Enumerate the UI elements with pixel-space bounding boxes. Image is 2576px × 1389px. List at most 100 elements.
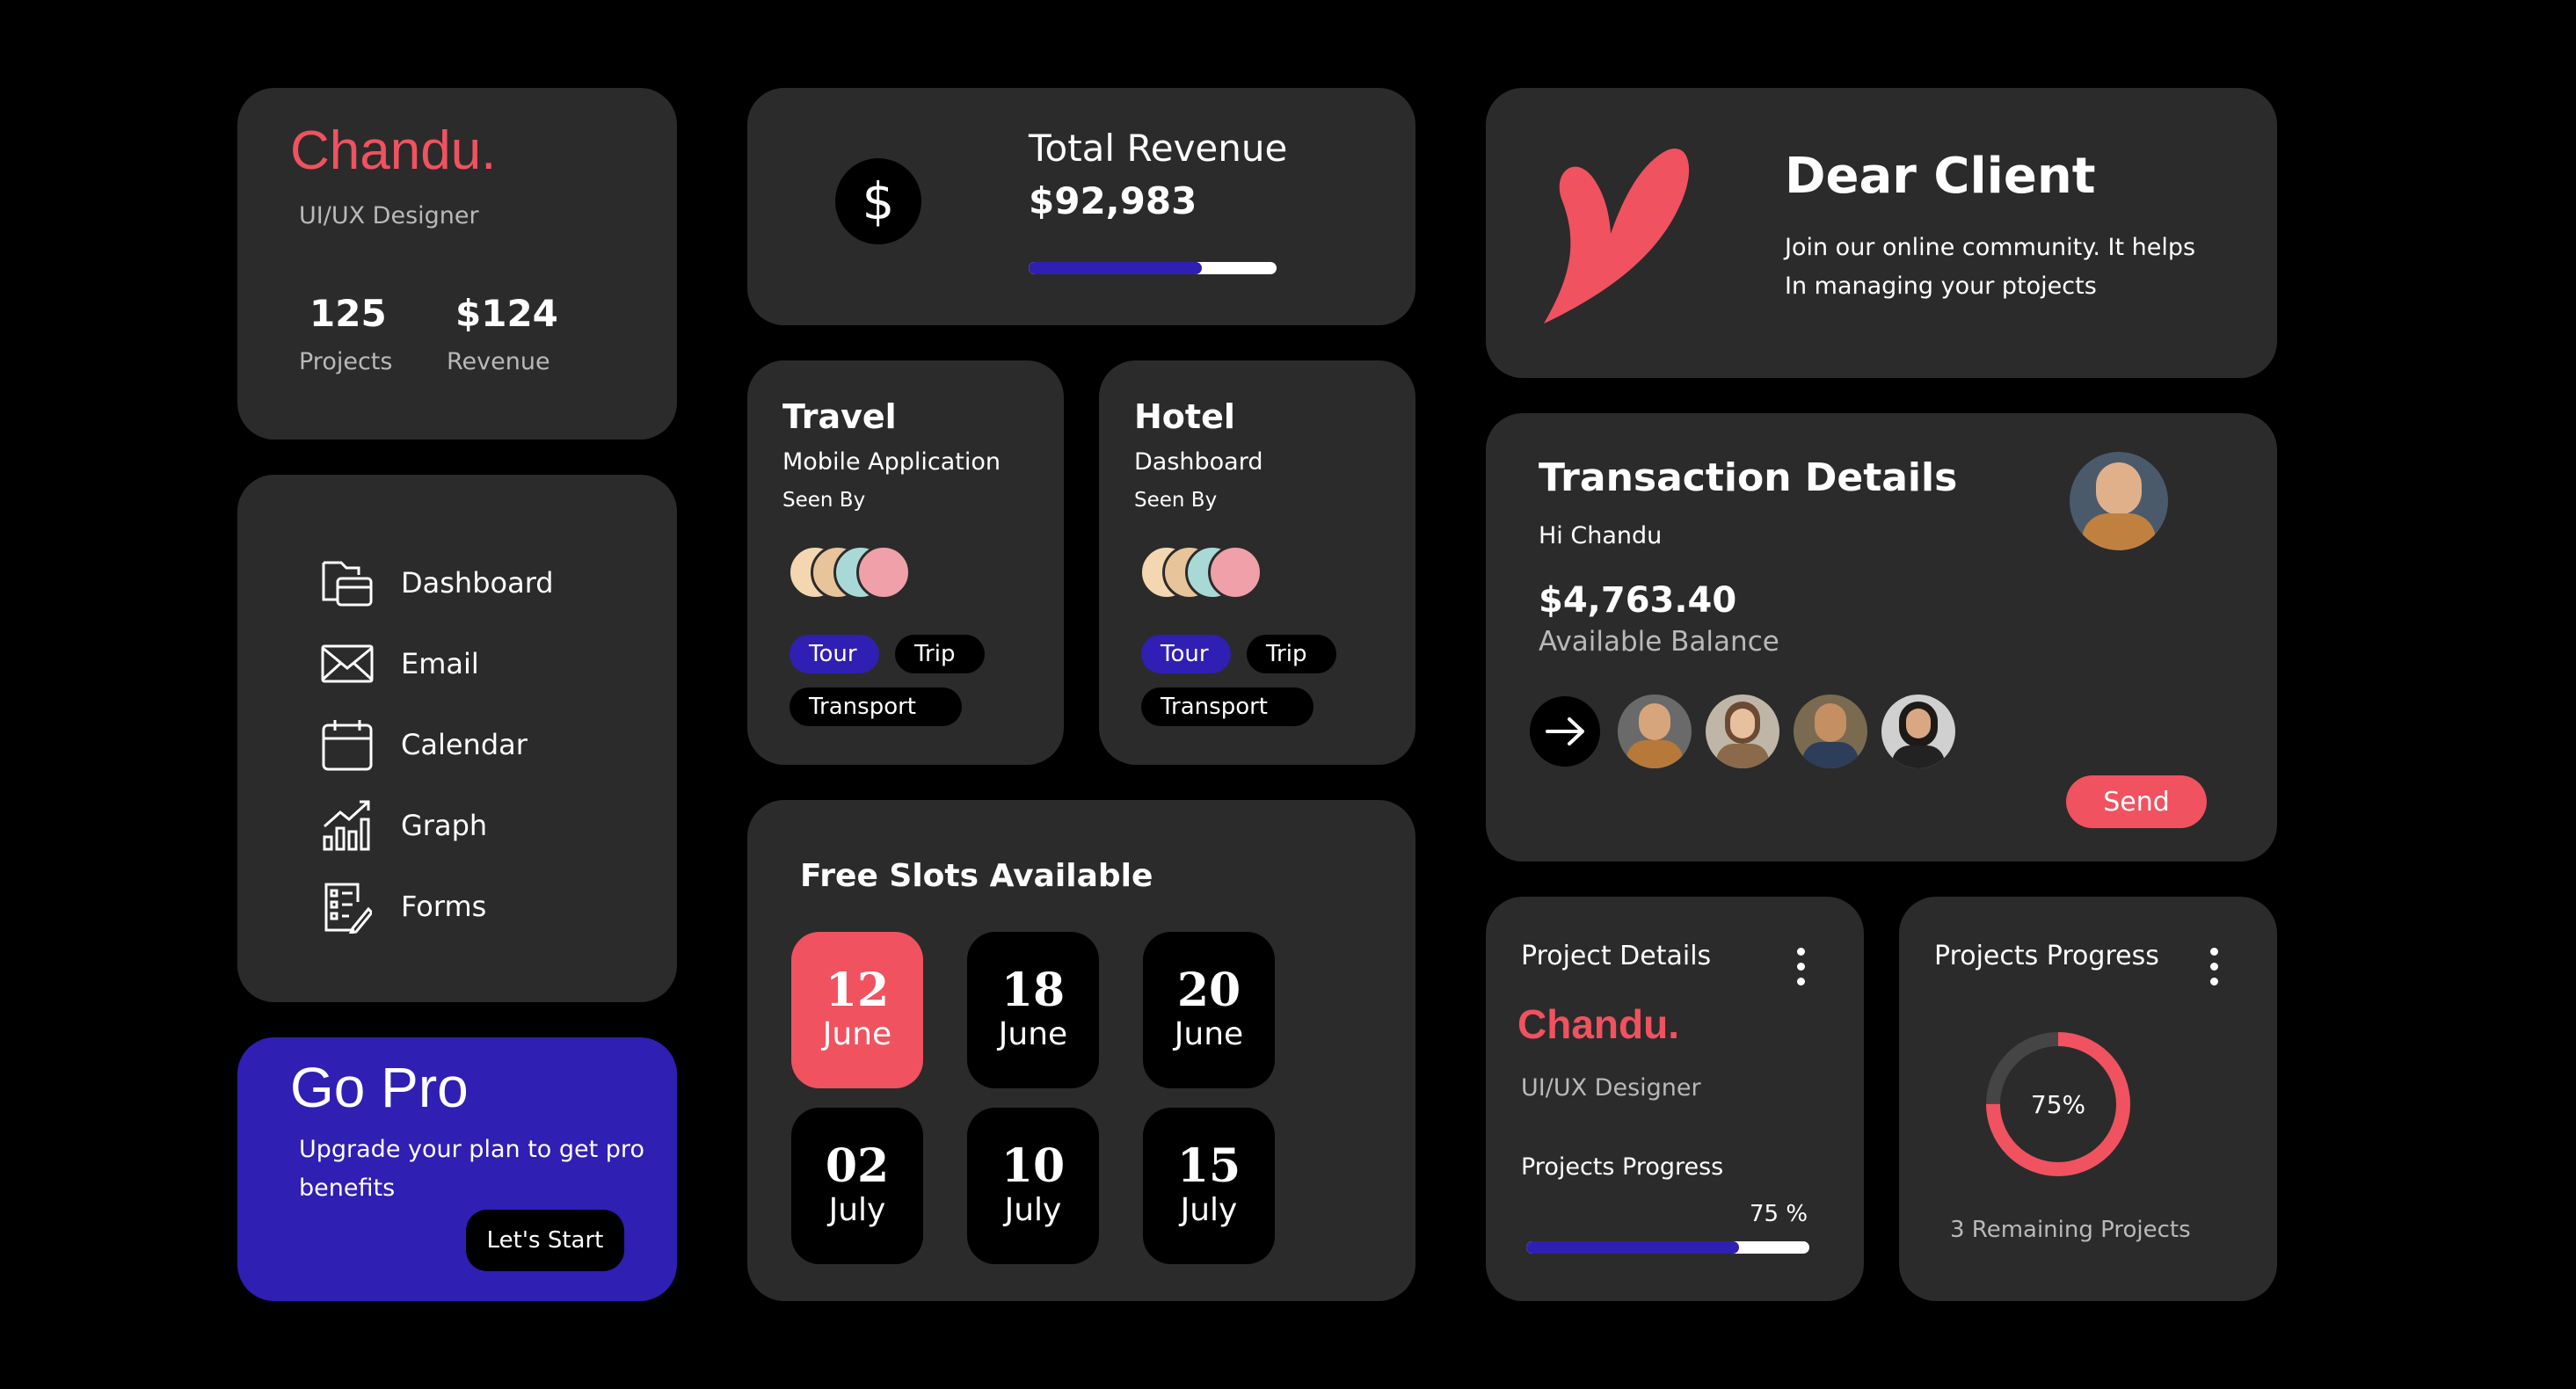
slot-month: July: [1180, 1192, 1238, 1228]
revenue-value: $92,983: [1029, 179, 1197, 222]
travel-seen-by: Seen By: [782, 489, 866, 512]
go-pro-title: Go Pro: [290, 1056, 469, 1119]
project-details-card: Project Details Chandu. UI/UX Designer P…: [1486, 897, 1864, 1301]
tag-trip[interactable]: Trip: [1247, 635, 1336, 673]
hotel-subtitle: Dashboard: [1134, 448, 1263, 476]
slot-day: 12: [825, 964, 890, 1017]
sidebar-item-label: Dashboard: [401, 566, 554, 600]
transaction-greeting: Hi Chandu: [1539, 522, 1663, 549]
slot-3[interactable]: 20 June: [1143, 932, 1275, 1088]
tag-transport[interactable]: Transport: [1141, 687, 1313, 726]
project-progress-fill: [1526, 1241, 1739, 1254]
mail-icon: [317, 633, 378, 694]
tag-trip[interactable]: Trip: [895, 635, 985, 673]
lets-start-label: Let's Start: [486, 1227, 604, 1254]
seen-by-avatars: [788, 545, 928, 600]
travel-subtitle: Mobile Application: [782, 448, 1001, 476]
lets-start-button[interactable]: Let's Start: [466, 1210, 624, 1271]
form-icon: [317, 876, 378, 937]
projects-progress-card: Projects Progress 75% 3 Remaining Projec…: [1899, 897, 2277, 1301]
slot-month: June: [822, 1016, 892, 1052]
more-options-icon[interactable]: [1797, 948, 1806, 985]
remaining-projects: 3 Remaining Projects: [1950, 1217, 2191, 1243]
sidebar-item-forms[interactable]: Forms: [317, 876, 686, 937]
sidebar-item-label: Graph: [401, 809, 488, 842]
seen-by-avatars: [1139, 545, 1280, 600]
contact-avatar[interactable]: [1881, 694, 1955, 768]
project-progress-label: Projects Progress: [1521, 1153, 1724, 1181]
travel-card[interactable]: Travel Mobile Application Seen By Tour T…: [747, 360, 1064, 765]
revenue-label: Revenue: [447, 348, 550, 375]
sidebar-item-label: Calendar: [401, 728, 528, 761]
dear-client-title: Dear Client: [1785, 148, 2096, 205]
revenue-title: Total Revenue: [1029, 127, 1288, 170]
more-options-icon[interactable]: [2210, 948, 2219, 985]
balance-amount: $4,763.40: [1539, 580, 1737, 621]
free-slots-card: Free Slots Available 12 June 18 June 20 …: [747, 800, 1415, 1301]
contact-avatar[interactable]: [1618, 694, 1692, 768]
revenue-progress-bar: [1029, 262, 1277, 274]
sidebar-item-label: Forms: [401, 890, 487, 923]
go-pro-text-line1: Upgrade your plan to get pro: [299, 1136, 644, 1163]
send-label: Send: [2103, 786, 2170, 818]
send-button[interactable]: Send: [2066, 775, 2207, 828]
slot-month: July: [1004, 1192, 1062, 1228]
dollar-icon: $: [835, 158, 921, 244]
dear-client-card: Dear Client Join our online community. I…: [1486, 88, 2277, 378]
progress-ring-percent: 75%: [2030, 1090, 2086, 1119]
tag-tour[interactable]: Tour: [790, 635, 879, 673]
balance-label: Available Balance: [1539, 626, 1779, 658]
slot-1[interactable]: 12 June: [791, 932, 923, 1088]
contact-avatar[interactable]: [1706, 694, 1779, 768]
project-details-title: Project Details: [1521, 941, 1712, 971]
project-owner-role: UI/UX Designer: [1521, 1074, 1701, 1102]
graph-icon: [317, 795, 378, 856]
travel-title: Travel: [782, 397, 897, 436]
project-progress-percent: 75 %: [1750, 1201, 1808, 1227]
user-avatar[interactable]: [2070, 452, 2168, 550]
projects-count: 125: [309, 292, 387, 335]
free-slots-title: Free Slots Available: [800, 858, 1153, 894]
sidebar-item-calendar[interactable]: Calendar: [317, 714, 686, 775]
go-pro-card: Go Pro Upgrade your plan to get pro bene…: [237, 1037, 677, 1301]
profile-role: UI/UX Designer: [299, 202, 479, 229]
slot-day: 18: [1001, 964, 1066, 1017]
sidebar-nav: Dashboard Email Calendar Graph Forms: [237, 475, 677, 1002]
slot-4[interactable]: 02 July: [791, 1108, 923, 1264]
tag-transport[interactable]: Transport: [790, 687, 962, 726]
projects-label: Projects: [299, 348, 393, 375]
slot-5[interactable]: 10 July: [967, 1108, 1099, 1264]
profile-name: Chandu.: [290, 120, 497, 181]
sidebar-item-label: Email: [401, 647, 479, 680]
arrow-right-icon[interactable]: [1530, 696, 1600, 767]
avatar: [856, 545, 911, 600]
slot-2[interactable]: 18 June: [967, 932, 1099, 1088]
tag-tour[interactable]: Tour: [1141, 635, 1231, 673]
slot-6[interactable]: 15 July: [1143, 1108, 1275, 1264]
slot-month: June: [998, 1016, 1068, 1052]
slot-month: July: [828, 1192, 886, 1228]
project-owner-name: Chandu.: [1517, 1001, 1679, 1047]
sidebar-item-dashboard[interactable]: Dashboard: [317, 552, 686, 614]
sidebar-item-graph[interactable]: Graph: [317, 795, 686, 856]
dear-client-line1: Join our online community. It helps: [1785, 234, 2196, 261]
dear-client-line2: In managing your ptojects: [1785, 273, 2097, 300]
revenue-progress-fill: [1029, 262, 1203, 274]
slot-day: 02: [825, 1139, 890, 1193]
folder-icon: [317, 552, 378, 614]
slot-day: 10: [1001, 1139, 1066, 1193]
profile-card: Chandu. UI/UX Designer 125 Projects $124…: [237, 88, 677, 440]
revenue-amount: $124: [455, 292, 558, 335]
hotel-card[interactable]: Hotel Dashboard Seen By Tour Trip Transp…: [1099, 360, 1415, 765]
heart-leaf-icon: [1526, 128, 1702, 334]
projects-progress-title: Projects Progress: [1934, 941, 2159, 971]
hotel-seen-by: Seen By: [1134, 489, 1218, 512]
transaction-title: Transaction Details: [1539, 455, 1958, 500]
transaction-card: Transaction Details Hi Chandu $4,763.40 …: [1486, 413, 2277, 862]
slot-month: June: [1174, 1016, 1244, 1052]
contact-avatar[interactable]: [1794, 694, 1867, 768]
calendar-icon: [317, 714, 378, 775]
go-pro-text-line2: benefits: [299, 1174, 396, 1202]
avatar: [1208, 545, 1263, 600]
sidebar-item-email[interactable]: Email: [317, 633, 686, 694]
